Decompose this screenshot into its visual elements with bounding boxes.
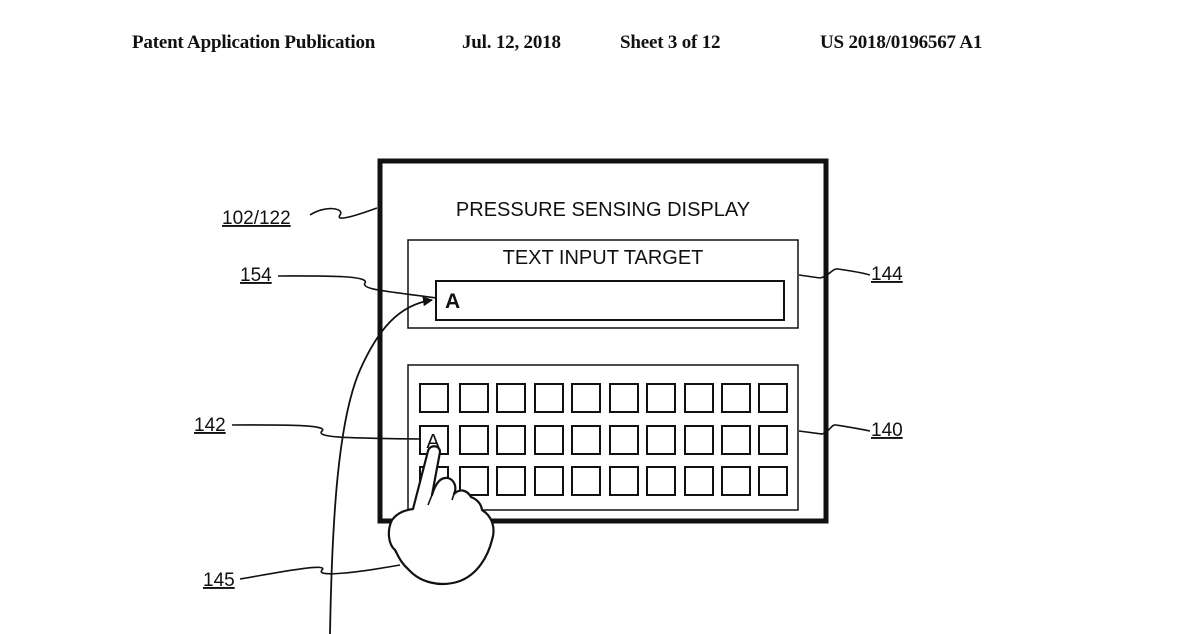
display-title: PRESSURE SENSING DISPLAY: [456, 199, 750, 221]
keyboard-key[interactable]: [459, 425, 489, 455]
patent-figure: PRESSURE SENSING DISPLAY TEXT INPUT TARG…: [194, 158, 903, 634]
label-140: 140: [871, 420, 903, 441]
keyboard-key[interactable]: [571, 383, 601, 413]
keyboard-key[interactable]: [496, 425, 526, 455]
text-input-title: TEXT INPUT TARGET: [503, 247, 704, 269]
keyboard-key[interactable]: [419, 383, 449, 413]
keyboard-key[interactable]: [609, 466, 639, 496]
keyboard-keys: [419, 383, 788, 496]
label-154: 154: [240, 265, 272, 286]
keyboard-key[interactable]: [571, 466, 601, 496]
keyboard-key[interactable]: [459, 383, 489, 413]
label-142: 142: [194, 415, 226, 436]
keyboard-key[interactable]: [609, 383, 639, 413]
keyboard-key[interactable]: [758, 466, 788, 496]
keyboard-key[interactable]: [684, 383, 714, 413]
leader-145: [239, 564, 401, 580]
text-input-field[interactable]: [435, 280, 785, 321]
keyboard-key[interactable]: [721, 383, 751, 413]
leader-140: [798, 424, 871, 435]
keyboard-key[interactable]: [684, 425, 714, 455]
keyboard-key[interactable]: [646, 383, 676, 413]
keyboard-key[interactable]: [496, 383, 526, 413]
keyboard-key[interactable]: [646, 425, 676, 455]
keyboard-key[interactable]: [758, 383, 788, 413]
label-145: 145: [203, 570, 235, 591]
keyboard-region: [407, 364, 799, 511]
keyboard-key[interactable]: [571, 425, 601, 455]
keyboard-key[interactable]: [646, 466, 676, 496]
keyboard-key[interactable]: [609, 425, 639, 455]
leader-142: [231, 424, 421, 440]
label-144: 144: [871, 264, 903, 285]
label-102-122: 102/122: [222, 208, 291, 229]
keyboard-key[interactable]: [534, 425, 564, 455]
keyboard-key[interactable]: [534, 383, 564, 413]
keyboard-key[interactable]: [534, 466, 564, 496]
keyboard-key[interactable]: [684, 466, 714, 496]
keyboard-key[interactable]: [496, 466, 526, 496]
keyboard-key[interactable]: [721, 466, 751, 496]
keyboard-key[interactable]: [758, 425, 788, 455]
leader-154: [277, 275, 437, 299]
leader-144: [798, 268, 871, 279]
inserted-character: A: [445, 290, 460, 313]
keyboard-key[interactable]: [721, 425, 751, 455]
leader-102: [309, 207, 378, 219]
